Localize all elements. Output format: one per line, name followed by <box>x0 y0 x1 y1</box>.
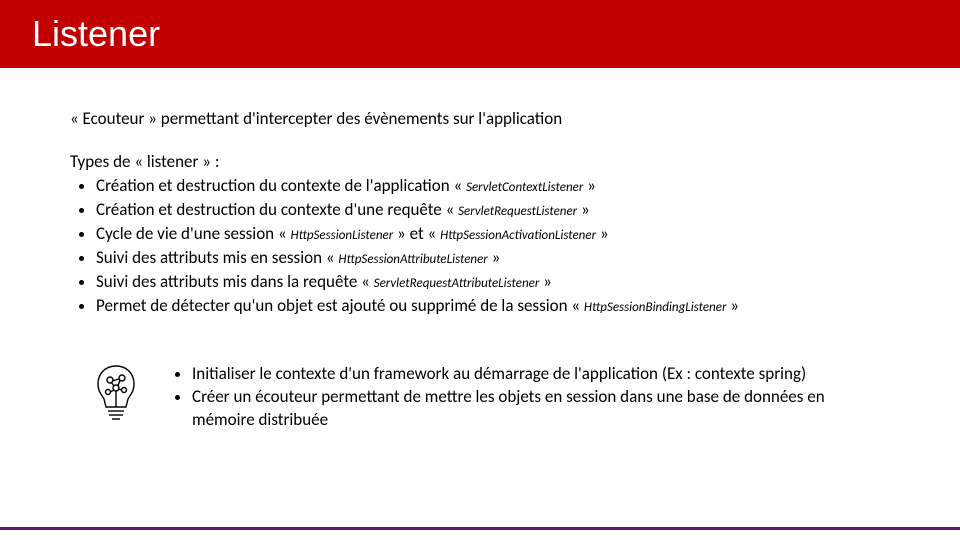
code-text: ServletRequestListener <box>458 204 577 219</box>
slide-content: « Ecouteur » permettant d'intercepter de… <box>0 68 960 433</box>
code-text: ServletRequestAttributeListener <box>374 276 540 291</box>
ideas-list: Initialiser le contexte d'un framework a… <box>172 362 890 434</box>
list-item: Suivi des attributs mis dans la requête … <box>96 271 890 294</box>
list-text: Création et destruction du contexte d'un… <box>96 199 458 220</box>
code-text: HttpSessionListener <box>291 228 394 243</box>
code-text: HttpSessionAttributeListener <box>338 252 487 267</box>
ideas-block: Initialiser le contexte d'un framework a… <box>70 358 890 434</box>
types-list: Création et destruction du contexte de l… <box>70 175 890 318</box>
list-text: Suivi des attributs mis en session « <box>96 247 338 268</box>
list-text: » <box>583 175 596 196</box>
code-text: HttpSessionActivationListener <box>440 228 596 243</box>
title-bar: Listener <box>0 0 960 68</box>
slide-title: Listener <box>32 13 160 55</box>
list-text: » <box>488 247 501 268</box>
list-item: Cycle de vie d'une session « HttpSession… <box>96 223 890 246</box>
list-item: Permet de détecter qu'un objet est ajout… <box>96 295 890 318</box>
list-item: Création et destruction du contexte de l… <box>96 175 890 198</box>
list-item: Suivi des attributs mis en session « Htt… <box>96 247 890 270</box>
list-item: Création et destruction du contexte d'un… <box>96 199 890 222</box>
types-block: Types de « listener » : Création et dest… <box>70 151 890 318</box>
intro-text: « Ecouteur » permettant d'intercepter de… <box>70 108 890 131</box>
code-text: HttpSessionBindingListener <box>584 300 726 315</box>
list-text: Permet de détecter qu'un objet est ajout… <box>96 295 584 316</box>
list-text: Création et destruction du contexte de l… <box>96 175 466 196</box>
idea-item: Initialiser le contexte d'un framework a… <box>192 363 890 386</box>
list-text: » <box>577 199 590 220</box>
list-text: Suivi des attributs mis dans la requête … <box>96 271 374 292</box>
brain-lightbulb-icon <box>90 362 142 420</box>
code-text: ServletContextListener <box>466 180 583 195</box>
list-text: » <box>539 271 552 292</box>
list-text: » <box>596 223 609 244</box>
list-text: Cycle de vie d'une session « <box>96 223 291 244</box>
types-heading: Types de « listener » : <box>70 151 219 172</box>
footer-divider <box>0 527 960 530</box>
list-text: » et « <box>393 223 440 244</box>
idea-item: Créer un écouteur permettant de mettre l… <box>192 386 890 432</box>
list-text: » <box>726 295 739 316</box>
